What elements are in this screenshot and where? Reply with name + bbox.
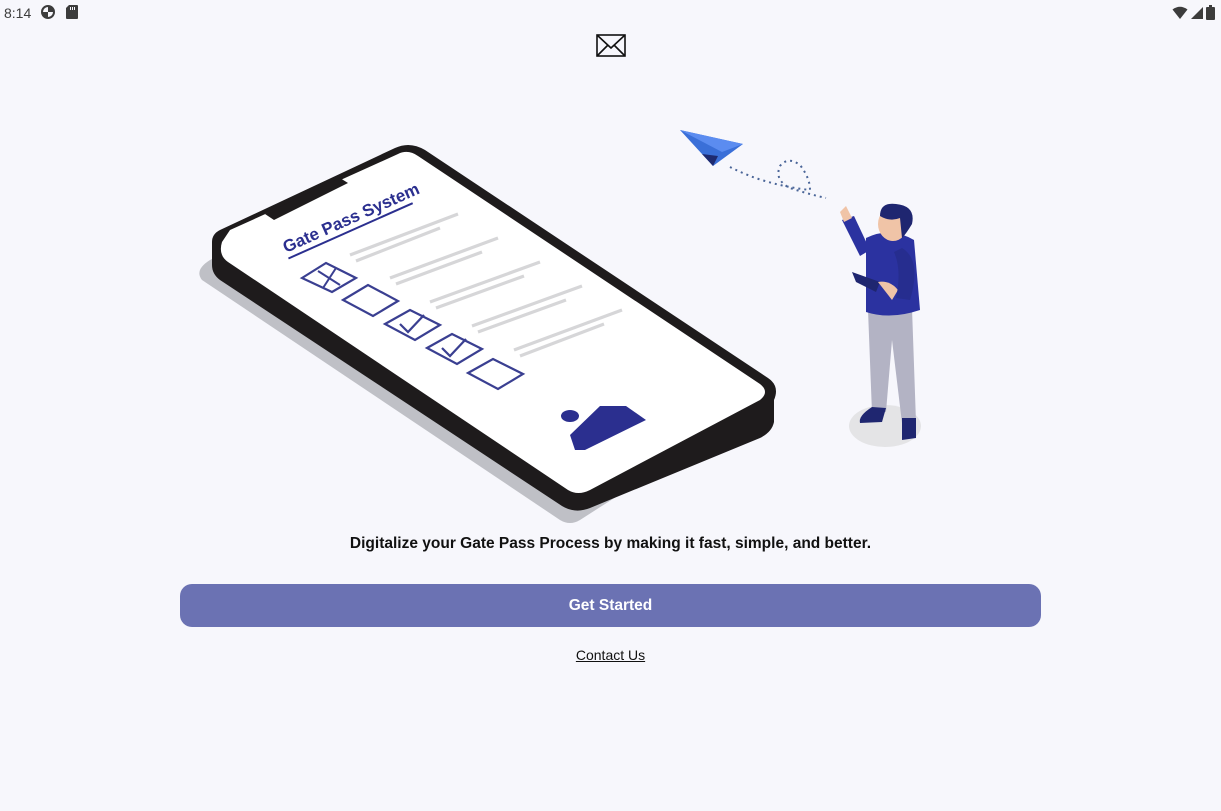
wifi-icon	[1172, 6, 1188, 25]
cell-signal-icon	[1190, 6, 1204, 25]
status-time: 8:14	[4, 5, 32, 21]
get-started-button[interactable]: Get Started	[180, 584, 1041, 627]
contact-link-container: Contact Us	[0, 647, 1221, 665]
battery-icon	[1206, 5, 1215, 25]
hero-illustration: Gate Pass System	[190, 110, 950, 530]
status-right-icons	[1172, 5, 1215, 25]
status-bar: 8:14	[0, 0, 1221, 26]
broken-image-icon	[596, 34, 626, 58]
tagline: Digitalize your Gate Pass Process by mak…	[349, 535, 872, 552]
plane-trail	[729, 159, 827, 199]
paper-plane	[680, 130, 743, 166]
welcome-screen: 8:14 Gate Pass System Digitalize your Ga…	[0, 0, 1221, 811]
sd-card-icon	[66, 5, 78, 24]
person-figure	[840, 203, 921, 447]
data-saver-icon	[41, 5, 55, 24]
contact-us-link[interactable]: Contact Us	[576, 647, 645, 663]
